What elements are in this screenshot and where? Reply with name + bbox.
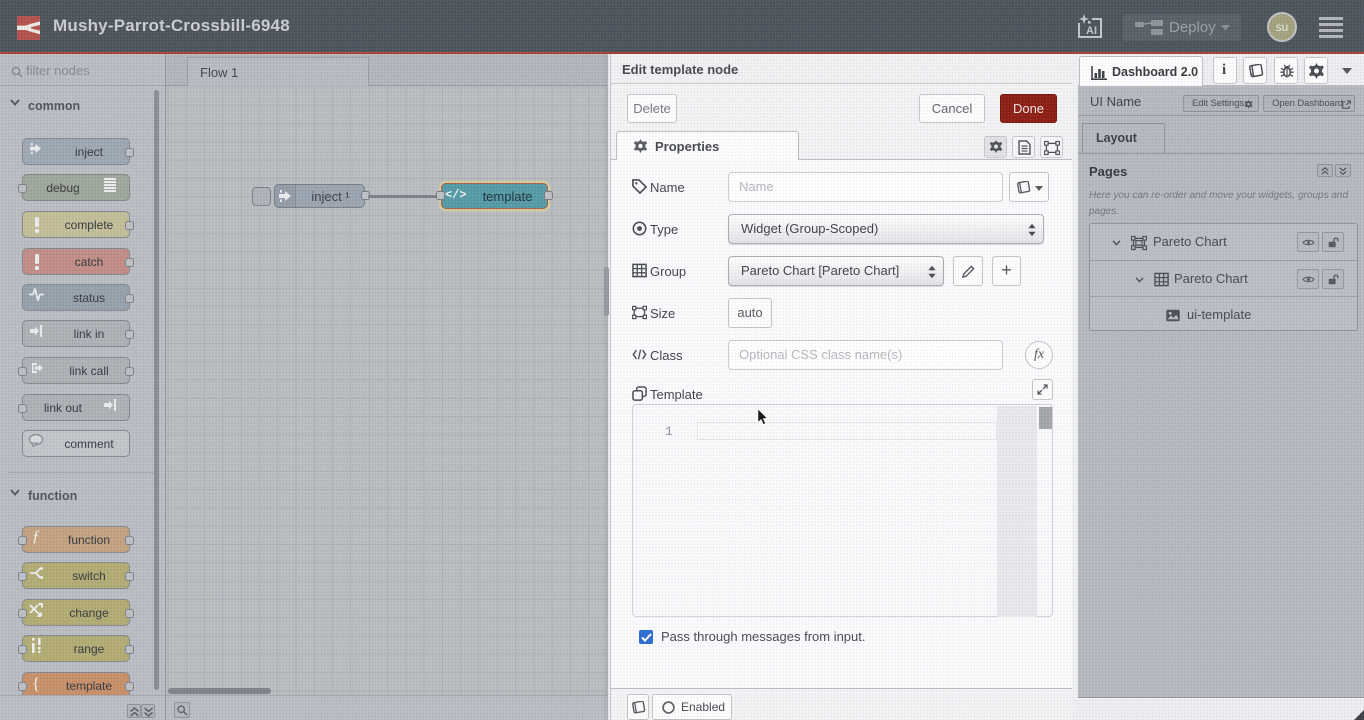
svg-text:AI: AI bbox=[1086, 25, 1097, 37]
